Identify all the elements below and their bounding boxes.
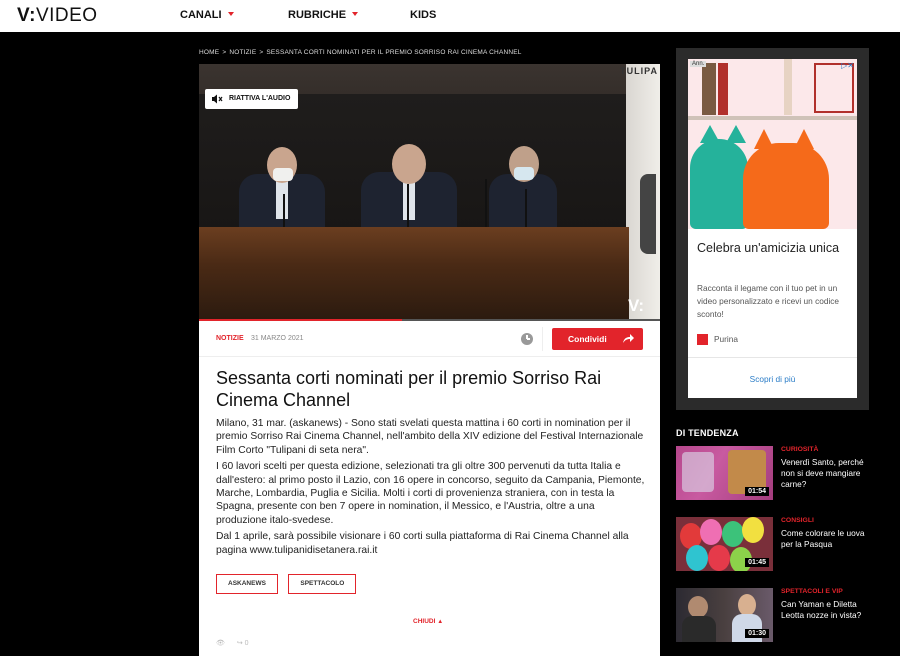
tag-spettacolo[interactable]: SPETTACOLO <box>288 574 357 594</box>
event-banner: TULIPA <box>620 64 660 321</box>
video-duration: 01:54 <box>745 487 769 496</box>
eye-icon: 👁 <box>216 640 225 647</box>
clock-icon[interactable] <box>521 333 533 345</box>
top-header: V:VIDEO CANALI RUBRICHE KIDS <box>0 0 900 32</box>
ad-image[interactable]: Ann. ▷✕ <box>688 59 857 229</box>
nav-item-rubriche[interactable]: RUBRICHE <box>288 9 359 21</box>
article-paragraph: Dal 1 aprile, sarà possibile visionare i… <box>216 531 629 556</box>
unmute-button[interactable]: RIATTIVA L'AUDIO <box>205 89 299 109</box>
advertisement[interactable]: Ann. ▷✕ Celebra un'amicizia unica Raccon… <box>688 59 857 398</box>
article-body: Milano, 31 mar. (askanews) - Sono stati … <box>216 417 646 560</box>
event-banner-text: TULIPA <box>620 66 658 76</box>
cat-illustration <box>743 143 829 229</box>
trending-title[interactable]: Come colorare le uova per la Pasqua <box>781 528 876 550</box>
article-card: NOTIZIE 31 MARZO 2021 Condividi Sessanta… <box>199 321 660 656</box>
video-thumbnail[interactable]: 01:30 <box>676 588 773 642</box>
breadcrumb: HOME > NOTIZIE > SESSANTA CORTI NOMINATI PER… <box>199 49 522 56</box>
breadcrumb-notizie[interactable]: NOTIZIE <box>229 49 256 56</box>
video-duration: 01:45 <box>745 558 769 567</box>
trending-item[interactable]: 01:54 CURIOSITÀ Venerdì Santo, perché no… <box>676 446 876 502</box>
close-toggle[interactable]: CHIUDI ▲ <box>413 618 443 625</box>
share-count: ↪ 0 <box>236 640 249 647</box>
share-arrow-icon <box>623 334 634 343</box>
breadcrumb-home[interactable]: HOME <box>199 49 219 56</box>
video-duration: 01:30 <box>745 629 769 638</box>
ad-brand: Purina <box>697 334 738 346</box>
article-date: 31 MARZO 2021 <box>251 335 304 342</box>
trending-title[interactable]: Can Yaman e Diletta Leotta nozze in vist… <box>781 599 876 621</box>
trending-item[interactable]: 01:45 CONSIGLI Come colorare le uova per… <box>676 517 876 573</box>
ad-choices-icon[interactable]: ▷✕ <box>841 61 854 70</box>
video-thumbnail[interactable]: 01:45 <box>676 517 773 571</box>
trending-heading: DI TENDENZA <box>676 428 739 438</box>
ad-title[interactable]: Celebra un'amicizia unica <box>697 239 847 258</box>
nav-item-kids[interactable]: KIDS <box>410 9 436 21</box>
share-button[interactable]: Condividi <box>552 328 643 350</box>
muted-speaker-icon <box>212 94 223 104</box>
article-title: Sessanta corti nominati per il premio So… <box>216 368 602 410</box>
ad-label: Ann. <box>690 61 707 67</box>
chevron-down-icon <box>227 12 234 17</box>
article-category[interactable]: NOTIZIE <box>216 335 244 342</box>
trending-category: CURIOSITÀ <box>781 446 819 453</box>
chevron-up-icon: ▲ <box>437 619 444 625</box>
article-paragraph: Milano, 31 mar. (askanews) - Sono stati … <box>216 418 644 456</box>
trending-category: CONSIGLI <box>781 517 814 524</box>
chevron-down-icon <box>352 12 359 17</box>
ad-cta-link[interactable]: Scopri di più <box>688 374 857 384</box>
cat-illustration <box>690 139 748 229</box>
breadcrumb-current: SESSANTA CORTI NOMINATI PER IL PREMIO SO… <box>266 49 522 56</box>
tag-list: ASKANEWS SPETTACOLO <box>216 572 362 594</box>
video-watermark: V: <box>628 296 645 315</box>
article-meta: NOTIZIE 31 MARZO 2021 Condividi <box>199 321 660 357</box>
trending-item[interactable]: 01:30 SPETTACOLI E VIP Can Yaman e Dilet… <box>676 588 876 644</box>
video-player[interactable]: TULIPA RIATTIVA L'AUDIO V: <box>199 64 660 321</box>
article-paragraph: I 60 lavori scelti per questa edizione, … <box>216 461 645 526</box>
article-stats: 👁 ↪ 0 <box>216 639 269 647</box>
nav-item-canali[interactable]: CANALI <box>180 9 234 21</box>
conference-table <box>199 227 629 321</box>
site-logo[interactable]: V:VIDEO <box>17 5 98 27</box>
video-thumbnail[interactable]: 01:54 <box>676 446 773 500</box>
trending-title[interactable]: Venerdì Santo, perché non si deve mangia… <box>781 457 876 490</box>
trending-category: SPETTACOLI E VIP <box>781 588 843 595</box>
brand-logo-icon <box>697 334 708 346</box>
tag-askanews[interactable]: ASKANEWS <box>216 574 278 594</box>
ad-description: Racconta il legame con il tuo pet in un … <box>697 283 840 319</box>
